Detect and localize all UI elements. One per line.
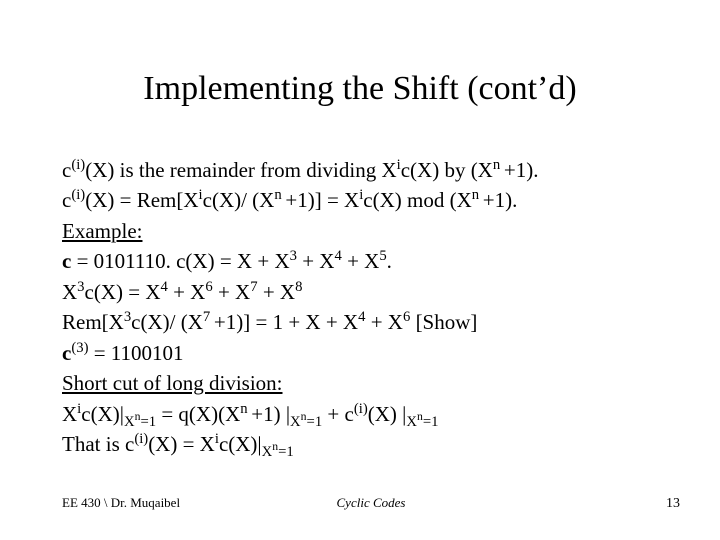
sub: =1: [140, 414, 156, 430]
sup: (i): [71, 187, 85, 203]
footer-center: Cyclic Codes: [62, 495, 680, 511]
t: (X) |: [368, 402, 407, 426]
t: That is c: [62, 432, 134, 456]
t: [Show]: [410, 310, 477, 334]
t: c(X)/ (X: [131, 310, 203, 334]
sup: 4: [161, 279, 168, 295]
sup: 7: [203, 309, 214, 325]
sub: X: [124, 414, 135, 430]
slide-title: Implementing the Shift (cont’d): [0, 70, 720, 108]
sup: 6: [205, 279, 212, 295]
t: c(X) = X: [85, 280, 161, 304]
sub: =1: [278, 444, 294, 460]
t: c(X) by (X: [401, 158, 493, 182]
t: = q(X)(X: [156, 402, 240, 426]
sub: X: [262, 444, 273, 460]
line-8: Short cut of long division:: [62, 368, 662, 398]
t: = 0101110. c(X) = X + X: [71, 249, 289, 273]
sup: 7: [250, 279, 257, 295]
t: X: [62, 280, 77, 304]
line-5: X3c(X) = X4 + X6 + X7 + X8: [62, 277, 662, 307]
t: +1).: [483, 188, 518, 212]
t: +1) |: [251, 402, 290, 426]
sup: 3: [77, 279, 84, 295]
sup: (3): [71, 340, 88, 356]
line-4: c = 0101110. c(X) = X + X3 + X4 + X5.: [62, 246, 662, 276]
t: c: [62, 249, 71, 273]
t: c(X)|: [219, 432, 262, 456]
sup: n: [493, 157, 504, 173]
t: +1).: [504, 158, 539, 182]
t: (X) = X: [148, 432, 215, 456]
t: c(X) mod (X: [363, 188, 471, 212]
t: Rem[X: [62, 310, 124, 334]
t: + X: [258, 280, 296, 304]
footer: EE 430 \ Dr. Muqaibel Cyclic Codes 13: [62, 495, 680, 512]
line-7: c(3) = 1100101: [62, 338, 662, 368]
t: c: [62, 158, 71, 182]
slide-body: c(i)(X) is the remainder from dividing X…: [62, 155, 662, 459]
sub: =1: [307, 414, 323, 430]
line-3: Example:: [62, 216, 662, 246]
t: c: [62, 341, 71, 365]
sup: 8: [295, 279, 302, 295]
sub: =1: [423, 414, 439, 430]
t: +1)] = 1 + X + X: [214, 310, 358, 334]
t: c(X)/ (X: [203, 188, 275, 212]
t: + c: [322, 402, 354, 426]
t: +1)] = X: [285, 188, 359, 212]
t: c: [62, 188, 71, 212]
example-label: Example:: [62, 219, 142, 243]
sup: 5: [379, 248, 386, 264]
shortcut-label: Short cut of long division:: [62, 371, 283, 395]
sup: n: [274, 187, 285, 203]
sup: 4: [334, 248, 341, 264]
t: = 1100101: [88, 341, 183, 365]
sub: X: [290, 414, 301, 430]
sup: 3: [290, 248, 297, 264]
sup: (i): [134, 431, 148, 447]
sup: n: [472, 187, 483, 203]
t: + X: [365, 310, 403, 334]
t: X: [62, 402, 77, 426]
t: + X: [168, 280, 206, 304]
line-9: Xic(X)|Xn=1 = q(X)(Xn +1) |Xn=1 + c(i)(X…: [62, 399, 662, 429]
sub: X: [406, 414, 417, 430]
t: (X) = Rem[X: [85, 188, 198, 212]
t: (X) is the remainder from dividing X: [85, 158, 396, 182]
t: + X: [213, 280, 251, 304]
line-10: That is c(i)(X) = Xic(X)|Xn=1: [62, 429, 662, 459]
sup: (i): [354, 401, 368, 417]
t: + X: [297, 249, 335, 273]
t: c(X)|: [81, 402, 124, 426]
sup: n: [240, 401, 251, 417]
line-1: c(i)(X) is the remainder from dividing X…: [62, 155, 662, 185]
t: + X: [342, 249, 380, 273]
line-6: Rem[X3c(X)/ (X7 +1)] = 1 + X + X4 + X6 […: [62, 307, 662, 337]
slide: Implementing the Shift (cont’d) c(i)(X) …: [0, 0, 720, 540]
sup: (i): [71, 157, 85, 173]
line-2: c(i)(X) = Rem[Xic(X)/ (Xn +1)] = Xic(X) …: [62, 185, 662, 215]
t: .: [387, 249, 392, 273]
